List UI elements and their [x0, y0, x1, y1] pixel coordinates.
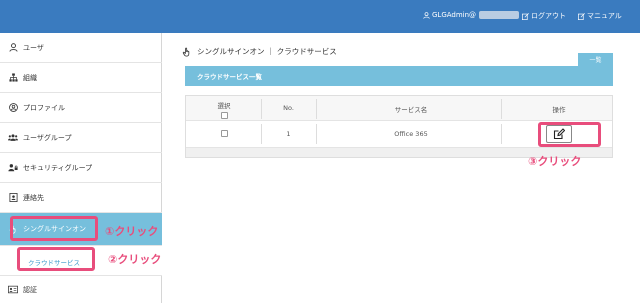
logout-icon — [522, 12, 529, 20]
page-title-text: シングルサインオン ｜ クラウドサービス — [197, 47, 337, 56]
panel-title: クラウドサービス一覧 — [197, 73, 262, 81]
sidebar-item-label: セキュリティグループ — [23, 163, 93, 172]
annotation-step-1: ①クリック — [105, 225, 159, 238]
table-header: 選択 No. サービス名 操作 — [186, 96, 612, 121]
panel-header: クラウドサービス一覧 — [185, 66, 613, 86]
sidebar-item-users[interactable]: ユーザ — [0, 33, 162, 63]
column-header-no: No. — [283, 104, 294, 112]
manual-label: マニュアル — [587, 12, 622, 20]
sidebar-item-security-groups[interactable]: セキュリティグループ — [0, 153, 162, 183]
column-divider — [261, 124, 262, 144]
sidebar-item-organization[interactable]: 組織 — [0, 63, 162, 93]
sidebar-item-label: 認証 — [23, 285, 37, 294]
sidebar-item-label: ユーザ — [23, 43, 44, 52]
security-group-icon — [8, 163, 18, 173]
column-header-actions: 操作 — [552, 106, 566, 114]
hand-pointer-icon — [182, 47, 190, 57]
column-divider — [501, 99, 502, 119]
column-divider — [316, 124, 317, 144]
org-chart-icon — [8, 73, 18, 83]
logout-label: ログアウト — [531, 12, 566, 20]
annotation-step-3: ③クリック — [528, 155, 582, 168]
user-icon — [423, 11, 430, 19]
sidebar-item-label: ユーザグループ — [23, 133, 72, 142]
column-divider — [316, 99, 317, 119]
annotation-step-2: ②クリック — [108, 253, 162, 266]
id-card-icon — [8, 285, 18, 295]
sidebar-item-authentication[interactable]: 認証 — [0, 276, 162, 303]
profile-icon — [8, 103, 18, 113]
row-service-name: Office 365 — [394, 130, 428, 138]
highlight-edit-button — [538, 122, 601, 147]
row-select-cell — [204, 130, 244, 139]
row-no: 1 — [286, 130, 291, 138]
page-title: シングルサインオン ｜ クラウドサービス — [182, 46, 337, 57]
list-tab-button[interactable]: 一覧 — [578, 53, 613, 66]
user-menu[interactable]: GLGAdmin@ — [423, 11, 520, 19]
sidebar-item-label: 連絡先 — [23, 193, 44, 202]
sidebar-item-label: プロファイル — [23, 103, 65, 112]
manual-icon — [578, 12, 585, 20]
sidebar-item-label: 組織 — [23, 73, 37, 82]
sidebar-item-user-groups[interactable]: ユーザグループ — [0, 123, 162, 153]
select-all-checkbox[interactable] — [220, 112, 228, 119]
user-name: GLGAdmin@ — [432, 11, 477, 19]
column-header-select: 選択 — [204, 100, 244, 121]
user-group-icon — [8, 133, 18, 143]
user-icon — [8, 43, 18, 53]
logout-link[interactable]: ログアウト — [522, 11, 566, 21]
sidebar-item-profile[interactable]: プロファイル — [0, 93, 162, 123]
row-checkbox[interactable] — [220, 130, 228, 137]
column-divider — [261, 99, 262, 119]
highlight-cloud-services — [17, 247, 95, 271]
highlight-single-sign-on — [10, 216, 98, 241]
column-divider — [501, 124, 502, 144]
top-bar: GLGAdmin@ ログアウト マニュアル — [0, 0, 640, 33]
column-header-service-name: サービス名 — [394, 106, 428, 114]
column-header-label: 選択 — [217, 102, 231, 110]
sidebar-item-contacts[interactable]: 連絡先 — [0, 183, 162, 213]
contact-card-icon — [8, 193, 18, 203]
redacted-domain — [479, 11, 520, 19]
manual-link[interactable]: マニュアル — [578, 11, 622, 21]
